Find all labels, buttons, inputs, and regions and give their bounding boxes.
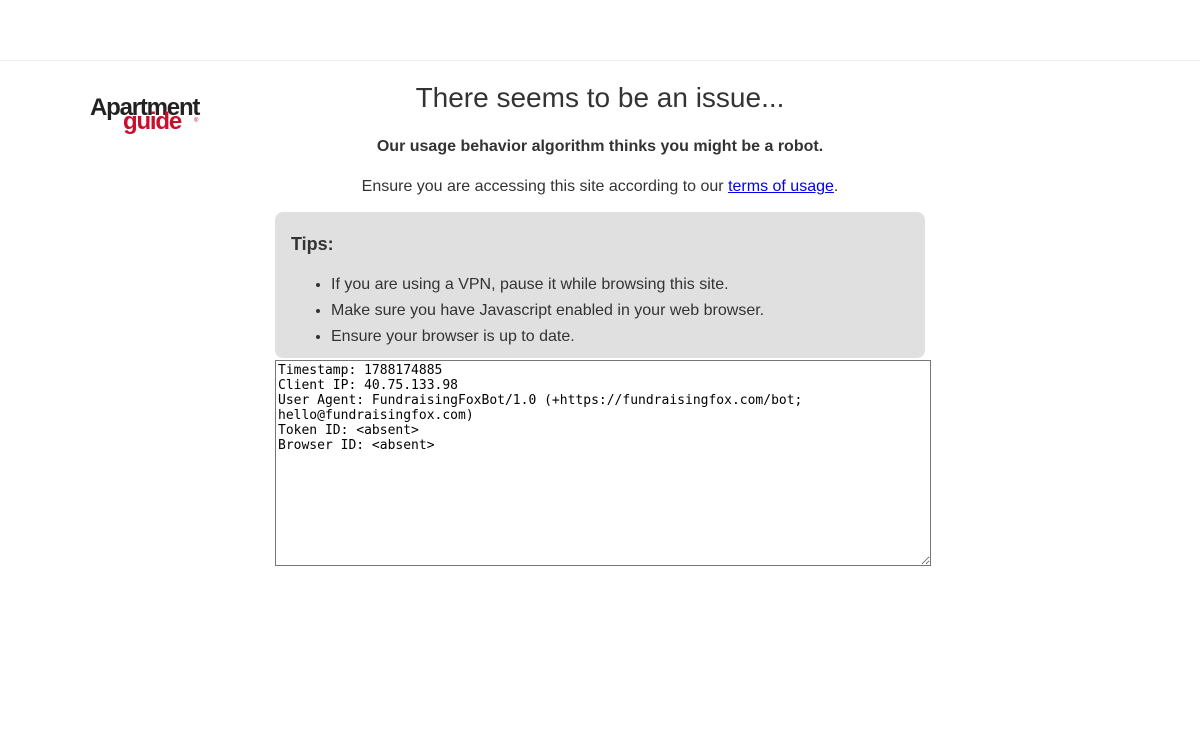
tips-list: If you are using a VPN, pause it while b… — [291, 272, 764, 350]
tips-title: Tips: — [291, 234, 334, 254]
registered-mark: ® — [194, 118, 199, 124]
terms-suffix: . — [833, 178, 839, 195]
tip-item: Ensure your browser is up to date. — [331, 324, 764, 350]
robot-warning: Our usage behavior algorithm thinks you … — [376, 138, 824, 155]
page-title: There seems to be an issue... — [415, 82, 785, 113]
debug-info-textarea[interactable]: Timestamp: 1788174885 Client IP: 40.75.1… — [275, 360, 931, 566]
tip-item: Make sure you have Javascript enabled in… — [331, 298, 764, 324]
terms-of-usage-link[interactable]: terms of usage — [728, 178, 834, 195]
top-bar — [0, 0, 1200, 61]
terms-notice: Ensure you are accessing this site accor… — [0, 178, 1200, 196]
terms-prefix: Ensure you are accessing this site accor… — [361, 178, 729, 195]
tip-item: If you are using a VPN, pause it while b… — [331, 272, 764, 298]
tips-box: Tips: If you are using a VPN, pause it w… — [275, 212, 925, 358]
